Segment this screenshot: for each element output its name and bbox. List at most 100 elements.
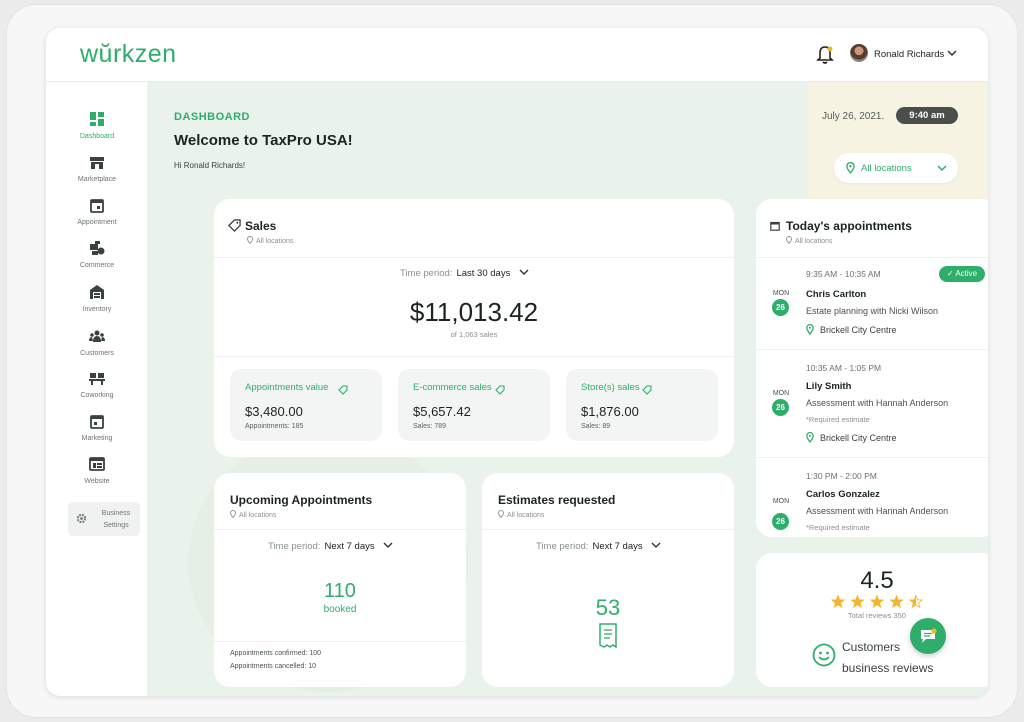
chevron-down-icon[interactable] [946,48,958,58]
price-tag-icon [228,219,241,232]
period-label: Time period: [400,268,453,279]
sidebar-item-customers[interactable]: Customers [46,328,148,368]
sales-count: of 1,063 sales [450,330,498,339]
chevron-down-icon [519,269,529,275]
period-label: Time period: [268,541,321,552]
app-screen: wŭrkzen Ronald Richards Dashboard Market… [46,28,988,696]
sales-total: $11,013.42 [409,297,539,327]
chat-button[interactable] [910,618,946,654]
total-reviews: Total reviews 350 [848,611,906,620]
users-icon [89,330,105,342]
settings-label-line1: Business [101,510,131,517]
star-icon [850,595,865,609]
sidebar-item-inventory[interactable]: Inventory [46,284,148,324]
divider [214,356,734,357]
appointment-location-text: Brickell City Centre [820,433,897,443]
sales-title: Sales [245,219,277,233]
appointment-weekday: MON [772,290,790,297]
todays-appointments-subtitle: All locations [786,236,832,245]
sidebar-item-dashboard[interactable]: Dashboard [46,111,148,151]
gear-icon [76,513,87,524]
chat-bubble-icon [921,628,937,643]
location-pin-icon [786,236,792,244]
appointment-weekday: MON [772,390,790,397]
settings-label-line2: Settings [103,522,129,529]
divider [756,457,988,458]
brand-logo[interactable]: wŭrkzen [80,40,177,69]
metric-sub: Appointments: 185 [245,423,304,430]
confirmed-count: Appointments confirmed: 100 [230,650,322,657]
sidebar-item-website[interactable]: Website [46,456,148,496]
sidebar-item-commerce[interactable]: Commerce [46,240,148,280]
business-settings-button[interactable]: Business Settings [68,502,140,536]
main-content: DASHBOARD Welcome to TaxPro USA! Hi Rona… [148,82,988,696]
estimates-title: Estimates requested [498,493,616,507]
sales-period-select[interactable]: Time period: Last 30 days [400,268,529,279]
ecommerce-sales-card[interactable]: E-commerce sales $5,657.42 Sales: 789 [398,369,550,441]
sidebar-item-label: Inventory [82,306,112,313]
sidebar-item-marketing[interactable]: Marketing [46,413,148,453]
appointment-location-text: Brickell City Centre [820,325,897,335]
chevron-down-icon [383,542,393,548]
calendar-icon [770,221,780,231]
appointment-weekday: MON [772,498,790,505]
sidebar-item-marketplace[interactable]: Marketplace [46,154,148,194]
star-icon [831,595,846,609]
store-sales-card[interactable]: Store(s) sales $1,876.00 Sales: 89 [566,369,718,441]
cancelled-count: Appointments cancelled: 10 [230,663,316,670]
sales-card: Sales All locations Time period: Last 30 … [214,199,734,457]
sidebar-item-label: Marketing [81,435,113,442]
sidebar-item-appointment[interactable]: Appointment [46,197,148,237]
appointment-location: Brickell City Centre [806,432,897,443]
price-tag-icon [338,385,348,395]
sidebar-item-coworking[interactable]: Coworking [46,370,148,410]
business-settings-label: Business Settings [94,508,138,532]
estimates-period-select[interactable]: Time period: Next 7 days [536,541,661,552]
estimates-subtitle-text: All locations [507,512,545,519]
sidebar-item-label: Appointment [77,219,117,226]
divider [756,257,988,258]
metric-sub: Sales: 89 [581,423,611,430]
reviews-label-line2: business reviews [842,661,934,675]
sidebar-item-label: Dashboard [79,133,115,140]
location-pin-icon [230,510,236,518]
sidebar-item-label: Commerce [79,262,115,269]
divider [756,349,988,350]
upcoming-appointments-card: Upcoming Appointments All locations Time… [214,473,466,687]
status-badge: ✓ Active [939,266,985,282]
chevron-down-icon [651,542,661,548]
upcoming-period-select[interactable]: Time period: Next 7 days [268,541,393,552]
appointment-location: Brickell City Centre [806,324,897,335]
calendar-icon [90,199,104,213]
estimates-card: Estimates requested All locations Time p… [482,473,734,687]
sales-subtitle-text: All locations [256,238,294,245]
metric-value: $5,657.42 [413,404,471,419]
appointment-client: Lily Smith [806,381,852,392]
reviews-label-line1: Customers [842,640,901,654]
review-rating: 4.5 [860,567,894,594]
metric-value: $3,480.00 [245,404,303,419]
estimates-subtitle: All locations [498,510,544,519]
star-icon [869,595,885,609]
star-icon [889,595,904,609]
star-icon [908,595,923,609]
user-name[interactable]: Ronald Richards [874,49,944,60]
current-time-badge: 9:40 am [896,107,958,124]
section-label: DASHBOARD [174,111,250,123]
coworking-icon [89,373,105,385]
chevron-down-icon [937,165,947,172]
user-avatar[interactable] [850,44,868,62]
location-filter-value: All locations [861,163,912,174]
divider [214,529,466,530]
notification-bell-icon[interactable] [816,45,834,65]
location-pin-icon [806,432,814,443]
top-bar: wŭrkzen Ronald Richards [46,28,988,82]
tablet-frame: wŭrkzen Ronald Richards Dashboard Market… [6,4,1018,718]
location-filter-select[interactable]: All locations [834,153,958,183]
metric-label: Appointments value [245,382,329,393]
appointments-value-card[interactable]: Appointments value $3,480.00 Appointment… [230,369,382,441]
metric-sub: Sales: 789 [413,423,447,430]
upcoming-subtitle-text: All locations [239,512,277,519]
metric-label: E-commerce sales [413,382,492,393]
todays-appointments-card: Today's appointments All locations 9:35 … [756,199,988,537]
